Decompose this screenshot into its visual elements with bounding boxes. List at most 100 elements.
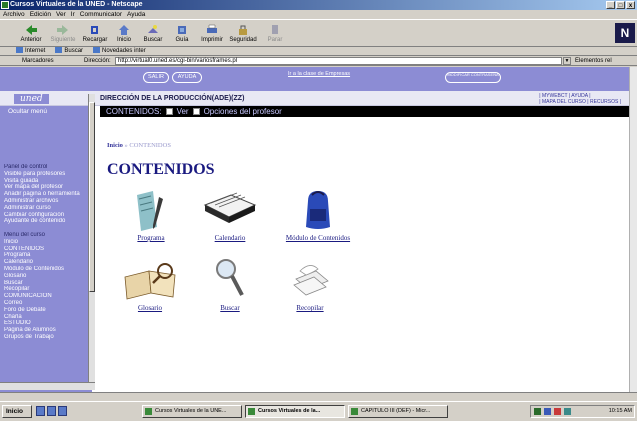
bookmark-internet[interactable]: Internet — [16, 47, 45, 55]
sidebar-item[interactable]: Calendario — [4, 259, 88, 266]
glosario-item[interactable]: Glosario — [120, 257, 180, 312]
menu-edicion[interactable]: Edición — [30, 10, 51, 19]
security-button[interactable]: Seguridad — [228, 22, 258, 46]
sidebar-item[interactable]: Ayudante de contenido — [4, 218, 88, 225]
contenidos-bar-label: CONTENIDOS: — [106, 107, 162, 116]
uned-logo: uned — [14, 94, 49, 104]
close-button[interactable]: x — [626, 1, 635, 9]
sidebar-item[interactable]: CONTENIDOS — [4, 246, 88, 253]
clock: 10:15 AM — [608, 408, 632, 414]
url-dropdown-icon[interactable]: ▼ — [563, 57, 571, 65]
modulo-contenidos-item[interactable]: Módulo de Contenidos — [273, 187, 363, 242]
menu-ir[interactable]: Ir — [71, 10, 75, 19]
sidebar-scrollbar[interactable] — [88, 94, 95, 382]
tray-icon-4[interactable] — [564, 408, 571, 415]
sidebar-item[interactable]: Página de Alumnos — [4, 327, 88, 334]
start-button[interactable]: Inicio — [2, 405, 32, 418]
maximize-button[interactable]: □ — [616, 1, 625, 9]
top-band: SALIR AYUDA Ir a la clase de Empresas MO… — [0, 67, 629, 91]
tray-icon-3[interactable] — [554, 408, 561, 415]
sidebar-item[interactable]: Buscar — [4, 280, 88, 287]
tray-icon-1[interactable] — [534, 408, 541, 415]
print-label: Imprimir — [201, 37, 223, 43]
bookmarks-button[interactable]: Marcadores — [22, 56, 54, 66]
reload-button[interactable]: Recargar — [80, 22, 110, 46]
sidebar-item[interactable]: Ver mapa del profesor — [4, 184, 88, 191]
recopilar-label[interactable]: Recopilar — [285, 304, 335, 312]
sidebar-item[interactable]: Grupos de Trabajo — [4, 334, 88, 341]
back-button[interactable]: Anterior — [16, 22, 46, 46]
page-content: SALIR AYUDA Ir a la clase de Empresas MO… — [0, 67, 629, 392]
calendario-label[interactable]: Calendario — [200, 234, 260, 242]
sidebar-item[interactable]: Visita guiada — [4, 178, 88, 185]
sidebar-item[interactable]: ESTUDIO — [4, 320, 88, 327]
ver-label: Ver — [176, 107, 189, 116]
bookmark-buscar[interactable]: Buscar — [55, 47, 83, 55]
forward-button[interactable]: Siguiente — [48, 22, 78, 46]
programa-item[interactable]: Programa — [126, 187, 176, 242]
sidebar-item[interactable]: Glosario — [4, 273, 88, 280]
browser-window: Cursos Virtuales de la UNED - Netscape _… — [0, 0, 637, 421]
stop-button[interactable]: Parar — [260, 22, 290, 46]
sidebar-item[interactable]: Módulo de Contenidos — [4, 266, 88, 273]
header-links-line2[interactable]: | MAPA DEL CURSO | RECURSOS | — [539, 99, 621, 105]
related-button[interactable]: Elementos rel — [575, 56, 612, 66]
home-button[interactable]: Inicio — [109, 22, 139, 46]
task-button-3[interactable]: CAPITULO III (DEF) - Micr... — [348, 405, 448, 418]
search-button[interactable]: Buscar — [138, 22, 168, 46]
guide-button[interactable]: Guía — [167, 22, 197, 46]
location-bar: Marcadores Dirección: http://virtual0.un… — [0, 56, 637, 66]
calendario-item[interactable]: Calendario — [200, 187, 260, 242]
modulo-contenidos-label[interactable]: Módulo de Contenidos — [273, 234, 363, 242]
print-button[interactable]: Imprimir — [197, 22, 227, 46]
sidebar-item[interactable] — [4, 225, 88, 232]
tray-icon-2[interactable] — [544, 408, 551, 415]
task-button-1[interactable]: Cursos Virtuales de la UNE... — [142, 405, 242, 418]
salir-button[interactable]: SALIR — [143, 72, 169, 83]
bookmark-novedades[interactable]: Novedades inter — [93, 47, 146, 55]
buscar-label[interactable]: Buscar — [207, 304, 253, 312]
windows-taskbar: Inicio Cursos Virtuales de la UNE... Cur… — [0, 401, 637, 421]
recopilar-item[interactable]: Recopilar — [285, 257, 335, 312]
breadcrumb-home[interactable]: Inicio — [107, 142, 123, 149]
sidebar-item[interactable]: Inicio — [4, 239, 88, 246]
buscar-item[interactable]: Buscar — [207, 257, 253, 312]
menu-ayuda[interactable]: Ayuda — [127, 10, 145, 19]
sidebar-item[interactable]: COMUNICACIÓN — [4, 293, 88, 300]
quicklaunch-icon-2[interactable] — [47, 406, 56, 416]
glosario-label[interactable]: Glosario — [120, 304, 180, 312]
task-button-2[interactable]: Cursos Virtuales de la... — [245, 405, 345, 418]
sidebar-item[interactable]: Administrar curso — [4, 205, 88, 212]
sidebar-item[interactable]: Añadir página o herramienta — [4, 191, 88, 198]
sidebar-horizontal-scrollbar[interactable] — [0, 382, 95, 390]
page-vertical-scrollbar[interactable] — [629, 67, 637, 392]
sidebar-item[interactable]: Foro de Debate — [4, 307, 88, 314]
menu-ver[interactable]: Ver — [56, 10, 66, 19]
sidebar-item[interactable]: Cambiar configuración — [4, 212, 88, 219]
back-arrow-icon — [26, 25, 37, 35]
sidebar-item[interactable]: Administrar archivos — [4, 198, 88, 205]
ver-checkbox[interactable] — [165, 108, 173, 115]
status-bar — [0, 392, 637, 401]
menu-communicator[interactable]: Communicator — [80, 10, 122, 19]
ayuda-button[interactable]: AYUDA — [172, 72, 202, 83]
sidebar-item[interactable]: Recopilar — [4, 286, 88, 293]
title-bar: Cursos Virtuales de la UNED - Netscape _… — [0, 0, 637, 10]
header-links[interactable]: | MYWEBCT | AYUDA | | MAPA DEL CURSO | R… — [539, 93, 621, 105]
minimize-button[interactable]: _ — [606, 1, 615, 9]
quicklaunch-icon-1[interactable] — [36, 406, 45, 416]
sidebar-section-header: Menú del curso — [4, 231, 46, 238]
go-to-class-link[interactable]: Ir a la clase de Empresas — [288, 71, 350, 77]
sidebar-item[interactable]: Visible para profesores — [4, 171, 88, 178]
sidebar-item[interactable]: Charla — [4, 314, 88, 321]
url-input[interactable]: http://virtual0.uned.es/cgi-bin/variosfr… — [115, 57, 562, 65]
sidebar-item[interactable]: Correo — [4, 300, 88, 307]
opciones-checkbox[interactable] — [192, 108, 200, 115]
sidebar-item[interactable]: Programa — [4, 252, 88, 259]
change-password-button[interactable]: MODIFICAR CONTRASEÑA — [445, 72, 501, 83]
hide-menu-link[interactable]: Ocultar menú — [8, 108, 47, 115]
quicklaunch-icon-3[interactable] — [58, 406, 67, 416]
menu-archivo[interactable]: Archivo — [3, 10, 25, 19]
programa-label[interactable]: Programa — [126, 234, 176, 242]
sidebar-scroll-thumb[interactable] — [89, 102, 95, 292]
